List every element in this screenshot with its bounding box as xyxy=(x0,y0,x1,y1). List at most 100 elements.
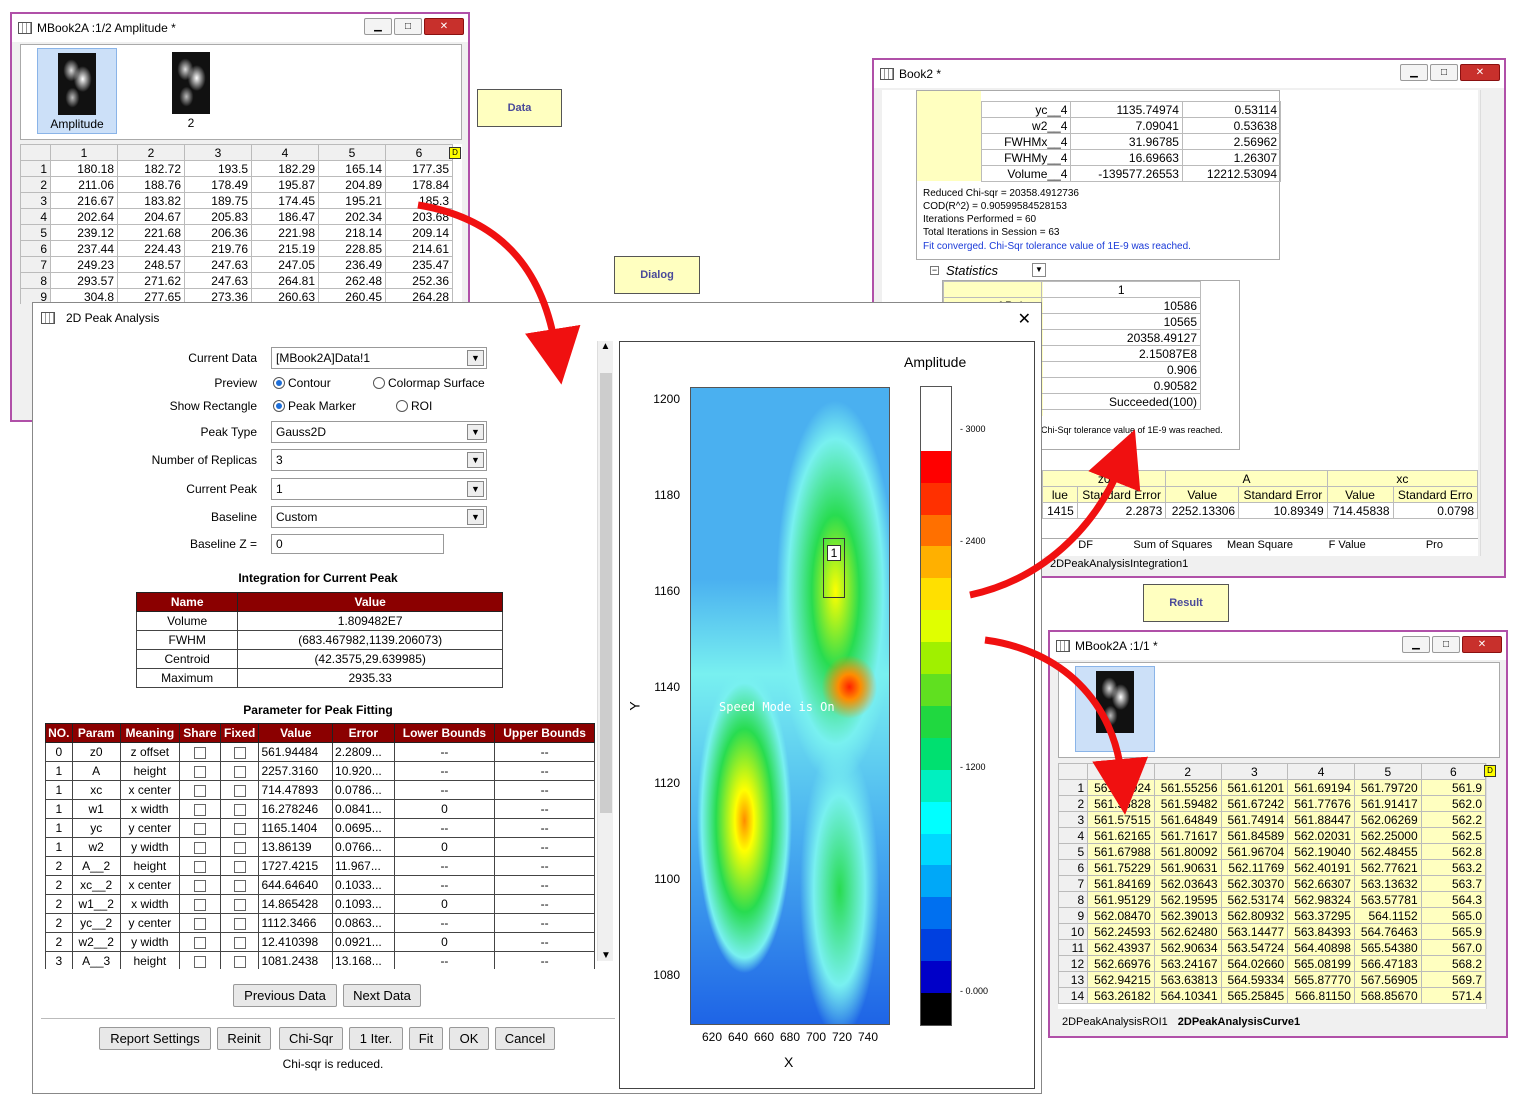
book2-titlebar[interactable]: Book2 * ▁ □ ✕ xyxy=(874,60,1504,88)
heatmap-area[interactable]: 1 Speed Mode is On xyxy=(690,387,890,1025)
sheet-corner-icon[interactable]: D xyxy=(1484,765,1496,777)
column-header[interactable]: 3 xyxy=(1220,763,1289,780)
upper-bound-cell[interactable]: -- xyxy=(494,742,595,762)
lower-bound-cell[interactable]: -- xyxy=(393,780,496,800)
table-cell[interactable]: 562.03643 xyxy=(1153,875,1222,892)
table-row[interactable]: 1 yc y center 1165.1404 0.0695... -- -- xyxy=(45,818,595,838)
table-cell[interactable]: 561.67242 xyxy=(1220,795,1289,812)
table-cell[interactable] xyxy=(219,856,260,876)
lower-bound-cell[interactable]: -- xyxy=(393,761,496,781)
table-cell[interactable]: 565.0 xyxy=(1420,907,1486,924)
table-cell[interactable]: 568.85670 xyxy=(1353,987,1422,1004)
table-cell[interactable]: 178.49 xyxy=(184,176,252,193)
table-cell[interactable]: 561.69194 xyxy=(1287,779,1355,796)
table-cell[interactable] xyxy=(178,761,221,781)
table-cell[interactable]: 271.62 xyxy=(117,272,185,289)
table-cell[interactable]: 561.77676 xyxy=(1287,795,1355,812)
baseline-select[interactable]: Custom ▼ xyxy=(271,506,487,528)
table-cell[interactable]: 193.5 xyxy=(184,160,252,177)
column-header[interactable]: 3 xyxy=(184,144,252,161)
upper-bound-cell[interactable]: -- xyxy=(494,932,595,952)
table-cell[interactable]: 252.36 xyxy=(385,272,453,289)
table-cell[interactable] xyxy=(178,951,221,969)
value-cell[interactable]: 1081.2438 xyxy=(258,951,334,969)
ok-button[interactable]: OK xyxy=(449,1027,489,1050)
table-cell[interactable]: 561.57515 xyxy=(1087,811,1155,828)
table-cell[interactable]: 203.68 xyxy=(385,208,453,225)
lower-bound-cell[interactable]: 0 xyxy=(393,799,496,819)
table-row[interactable]: 4 561.62165 561.71617 561.84589 562.02031 562… xyxy=(1058,827,1486,844)
lower-bound-cell[interactable]: 0 xyxy=(393,894,496,914)
table-cell[interactable]: 202.34 xyxy=(318,208,386,225)
fixed-checkbox[interactable] xyxy=(233,917,246,930)
table-row[interactable]: 2 w1__2 x width 14.865428 0.1093... 0 -- xyxy=(45,894,595,914)
table-cell[interactable]: 248.57 xyxy=(117,256,185,273)
row-header[interactable]: 5 xyxy=(1058,843,1089,860)
radio-peak-marker[interactable]: Peak Marker xyxy=(273,399,356,413)
table-cell[interactable]: 561.55256 xyxy=(1153,779,1222,796)
share-checkbox[interactable] xyxy=(193,765,206,778)
table-cell[interactable]: 566.81150 xyxy=(1287,987,1355,1004)
replicas-select[interactable]: 3 ▼ xyxy=(271,449,487,471)
table-cell[interactable]: 562.94215 xyxy=(1087,971,1155,988)
table-cell[interactable]: 562.39013 xyxy=(1153,907,1222,924)
row-header[interactable]: 6 xyxy=(20,240,51,257)
table-cell[interactable]: 562.40191 xyxy=(1287,859,1355,876)
row-header[interactable]: 1 xyxy=(1058,779,1089,796)
table-row[interactable]: 8 293.57 271.62 247.63 264.81 262.48 252.36 xyxy=(20,272,453,289)
thumb-amplitude[interactable]: Amplitude xyxy=(37,48,117,134)
fixed-checkbox[interactable] xyxy=(233,898,246,911)
table-row[interactable]: 2 A__2 height 1727.4215 11.967... -- -- xyxy=(45,856,595,876)
table-cell[interactable]: 563.13632 xyxy=(1353,875,1422,892)
lower-bound-cell[interactable]: -- xyxy=(393,875,496,895)
upper-bound-cell[interactable]: -- xyxy=(494,951,595,969)
table-cell[interactable]: 562.62480 xyxy=(1153,923,1222,940)
table-row[interactable]: 10 562.24593 562.62480 563.14477 563.84393 56… xyxy=(1058,923,1486,940)
radio-contour[interactable]: Contour xyxy=(273,376,331,390)
table-cell[interactable]: 206.36 xyxy=(184,224,252,241)
table-cell[interactable]: 224.43 xyxy=(117,240,185,257)
table-cell[interactable]: 562.30370 xyxy=(1220,875,1289,892)
table-cell[interactable]: 564.10341 xyxy=(1153,987,1222,1004)
table-cell[interactable]: 571.4 xyxy=(1420,987,1486,1004)
close-icon[interactable]: ✕ xyxy=(1018,309,1031,329)
table-cell[interactable]: 563.24167 xyxy=(1153,955,1222,972)
table-cell[interactable]: 562.19040 xyxy=(1287,843,1355,860)
table-cell[interactable]: 561.50924 xyxy=(1087,779,1155,796)
share-checkbox[interactable] xyxy=(193,860,206,873)
peak-analysis-dialog[interactable]: 2D Peak Analysis ✕ Current Data [MBook2A… xyxy=(32,302,1042,1094)
table-cell[interactable] xyxy=(219,837,260,857)
fixed-checkbox[interactable] xyxy=(233,822,246,835)
peak-type-select[interactable]: Gauss2D ▼ xyxy=(271,421,487,443)
sheet-tab[interactable]: 2DPeakAnalysisIntegration1 xyxy=(1044,556,1484,574)
table-cell[interactable]: 563.63813 xyxy=(1153,971,1222,988)
row-header[interactable]: 7 xyxy=(1058,875,1089,892)
column-header[interactable]: 6 xyxy=(1420,763,1486,780)
chevron-down-icon[interactable]: ▼ xyxy=(467,350,484,366)
table-cell[interactable]: 562.90634 xyxy=(1153,939,1222,956)
table-cell[interactable] xyxy=(219,913,260,933)
lower-bound-cell[interactable]: 0 xyxy=(393,837,496,857)
table-cell[interactable] xyxy=(219,875,260,895)
scroll-thumb[interactable] xyxy=(600,373,612,813)
lower-bound-cell[interactable]: 0 xyxy=(393,932,496,952)
table-cell[interactable]: 561.80092 xyxy=(1153,843,1222,860)
column-header[interactable]: 6 xyxy=(385,144,453,161)
table-cell[interactable]: 561.90631 xyxy=(1153,859,1222,876)
share-checkbox[interactable] xyxy=(193,917,206,930)
table-cell[interactable]: 561.91417 xyxy=(1353,795,1422,812)
fixed-checkbox[interactable] xyxy=(233,746,246,759)
one-iter-button[interactable]: 1 Iter. xyxy=(349,1027,403,1050)
chevron-down-icon[interactable]: ▼ xyxy=(467,481,484,497)
table-cell[interactable]: 185.3 xyxy=(385,192,453,209)
table-row[interactable]: 6 237.44 224.43 219.76 215.19 228.85 214.61 xyxy=(20,240,453,257)
table-cell[interactable] xyxy=(178,875,221,895)
param-table-container[interactable]: NO. Param Meaning Share Fixed Value Error Lower… xyxy=(45,723,595,969)
table-cell[interactable]: 565.08199 xyxy=(1287,955,1355,972)
table-cell[interactable]: 561.67988 xyxy=(1087,843,1155,860)
minimize-icon[interactable]: ▁ xyxy=(1400,64,1428,81)
upper-bound-cell[interactable]: -- xyxy=(494,856,595,876)
upper-bound-cell[interactable]: -- xyxy=(494,761,595,781)
table-cell[interactable]: 204.89 xyxy=(318,176,386,193)
current-peak-select[interactable]: 1 ▼ xyxy=(271,478,487,500)
